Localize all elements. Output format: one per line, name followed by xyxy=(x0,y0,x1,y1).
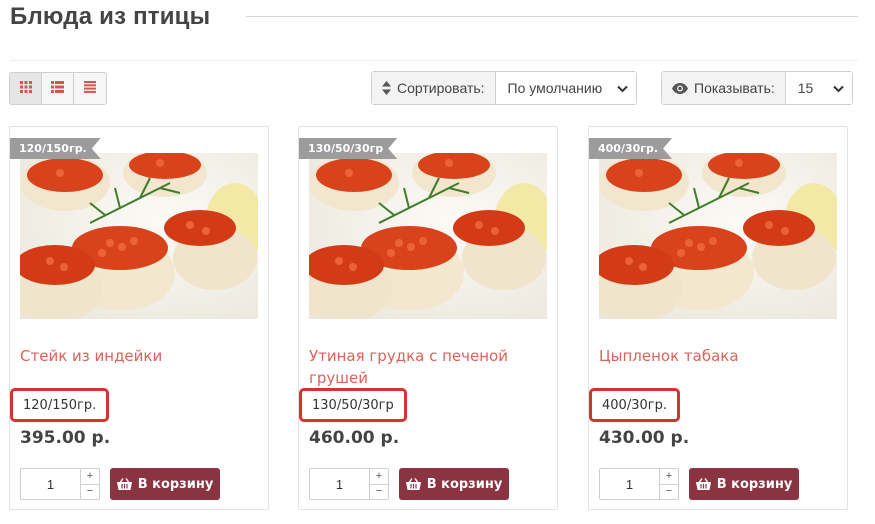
product-card: 130/50/30гр Утиная грудка с печеной груш… xyxy=(298,126,558,510)
quantity-buttons: + − xyxy=(81,469,99,499)
sort-selected-value: По умолчанию xyxy=(507,80,603,96)
quantity-decrease-button[interactable]: − xyxy=(660,485,678,500)
quantity-increase-button[interactable]: + xyxy=(370,469,388,485)
view-compact-button[interactable] xyxy=(74,73,106,104)
compact-list-icon xyxy=(84,80,96,98)
weight-highlight: 400/30гр. xyxy=(589,388,680,422)
chevron-down-icon xyxy=(833,80,844,96)
add-to-cart-button[interactable]: В корзину xyxy=(110,468,220,500)
section-divider xyxy=(10,60,858,61)
weight-highlight: 120/150гр. xyxy=(10,388,110,422)
quantity-increase-button[interactable]: + xyxy=(81,469,99,485)
add-to-cart-label: В корзину xyxy=(716,476,793,492)
product-card: 400/30гр. Цыпленок табака 400/30гр. 430.… xyxy=(588,126,848,510)
chevron-down-icon xyxy=(616,80,628,96)
product-name-link[interactable]: Стейк из индейки xyxy=(20,345,230,367)
product-weight: 400/30гр. xyxy=(602,397,667,413)
quantity-decrease-button[interactable]: − xyxy=(81,485,99,500)
product-price: 395.00 р. xyxy=(20,428,111,448)
view-list-button[interactable] xyxy=(42,73,74,104)
quantity-buttons: + − xyxy=(660,469,678,499)
weight-ribbon: 400/30гр. xyxy=(589,138,672,159)
sort-icon xyxy=(382,81,391,95)
page-header: Блюда из птицы xyxy=(10,0,858,36)
add-to-cart-label: В корзину xyxy=(137,476,214,492)
quantity-buttons: + − xyxy=(370,469,388,499)
add-to-cart-button[interactable]: В корзину xyxy=(689,468,799,500)
page-size-control: Показывать: 15 xyxy=(661,71,853,105)
sort-label: Сортировать: xyxy=(397,80,485,96)
sort-label-addon: Сортировать: xyxy=(372,72,496,104)
product-price: 430.00 р. xyxy=(599,428,690,448)
view-mode-switcher xyxy=(9,72,107,105)
weight-highlight: 130/50/30гр xyxy=(299,388,407,422)
basket-icon xyxy=(116,478,132,490)
product-image[interactable] xyxy=(599,153,837,319)
show-label-addon: Показывать: xyxy=(662,72,786,104)
page-title: Блюда из птицы xyxy=(10,3,211,30)
quantity-input[interactable]: 1 xyxy=(310,469,370,499)
add-to-cart-button[interactable]: В корзину xyxy=(399,468,509,500)
sort-select[interactable]: По умолчанию xyxy=(495,72,636,104)
quantity-decrease-button[interactable]: − xyxy=(370,485,388,500)
product-card: 120/150гр. Стейк из индейки 120/150гр. 3… xyxy=(9,126,269,510)
weight-ribbon: 120/150гр. xyxy=(10,138,101,159)
product-weight: 130/50/30гр xyxy=(312,397,394,413)
quantity-stepper: 1 + − xyxy=(20,468,100,500)
show-label: Показывать: xyxy=(694,80,775,96)
product-image[interactable] xyxy=(20,153,258,319)
quantity-input[interactable]: 1 xyxy=(21,469,81,499)
product-name-link[interactable]: Утиная грудка с печеной грушей xyxy=(309,345,519,389)
page-size-value: 15 xyxy=(797,80,814,96)
product-price: 460.00 р. xyxy=(309,428,400,448)
quantity-increase-button[interactable]: + xyxy=(660,469,678,485)
product-image[interactable] xyxy=(309,153,547,319)
quantity-input[interactable]: 1 xyxy=(600,469,660,499)
weight-ribbon: 130/50/30гр xyxy=(299,138,397,159)
basket-icon xyxy=(695,478,711,490)
product-weight: 120/150гр. xyxy=(23,397,97,413)
view-grid-button[interactable] xyxy=(10,73,42,104)
sort-control: Сортировать: По умолчанию xyxy=(371,71,637,105)
add-to-cart-label: В корзину xyxy=(426,476,503,492)
eye-icon xyxy=(672,82,688,94)
title-divider xyxy=(246,16,858,17)
page-size-select[interactable]: 15 xyxy=(785,72,852,104)
grid-icon xyxy=(19,80,32,98)
list-icon xyxy=(51,80,64,98)
quantity-stepper: 1 + − xyxy=(309,468,389,500)
quantity-stepper: 1 + − xyxy=(599,468,679,500)
basket-icon xyxy=(405,478,421,490)
product-name-link[interactable]: Цыпленок табака xyxy=(599,345,809,367)
